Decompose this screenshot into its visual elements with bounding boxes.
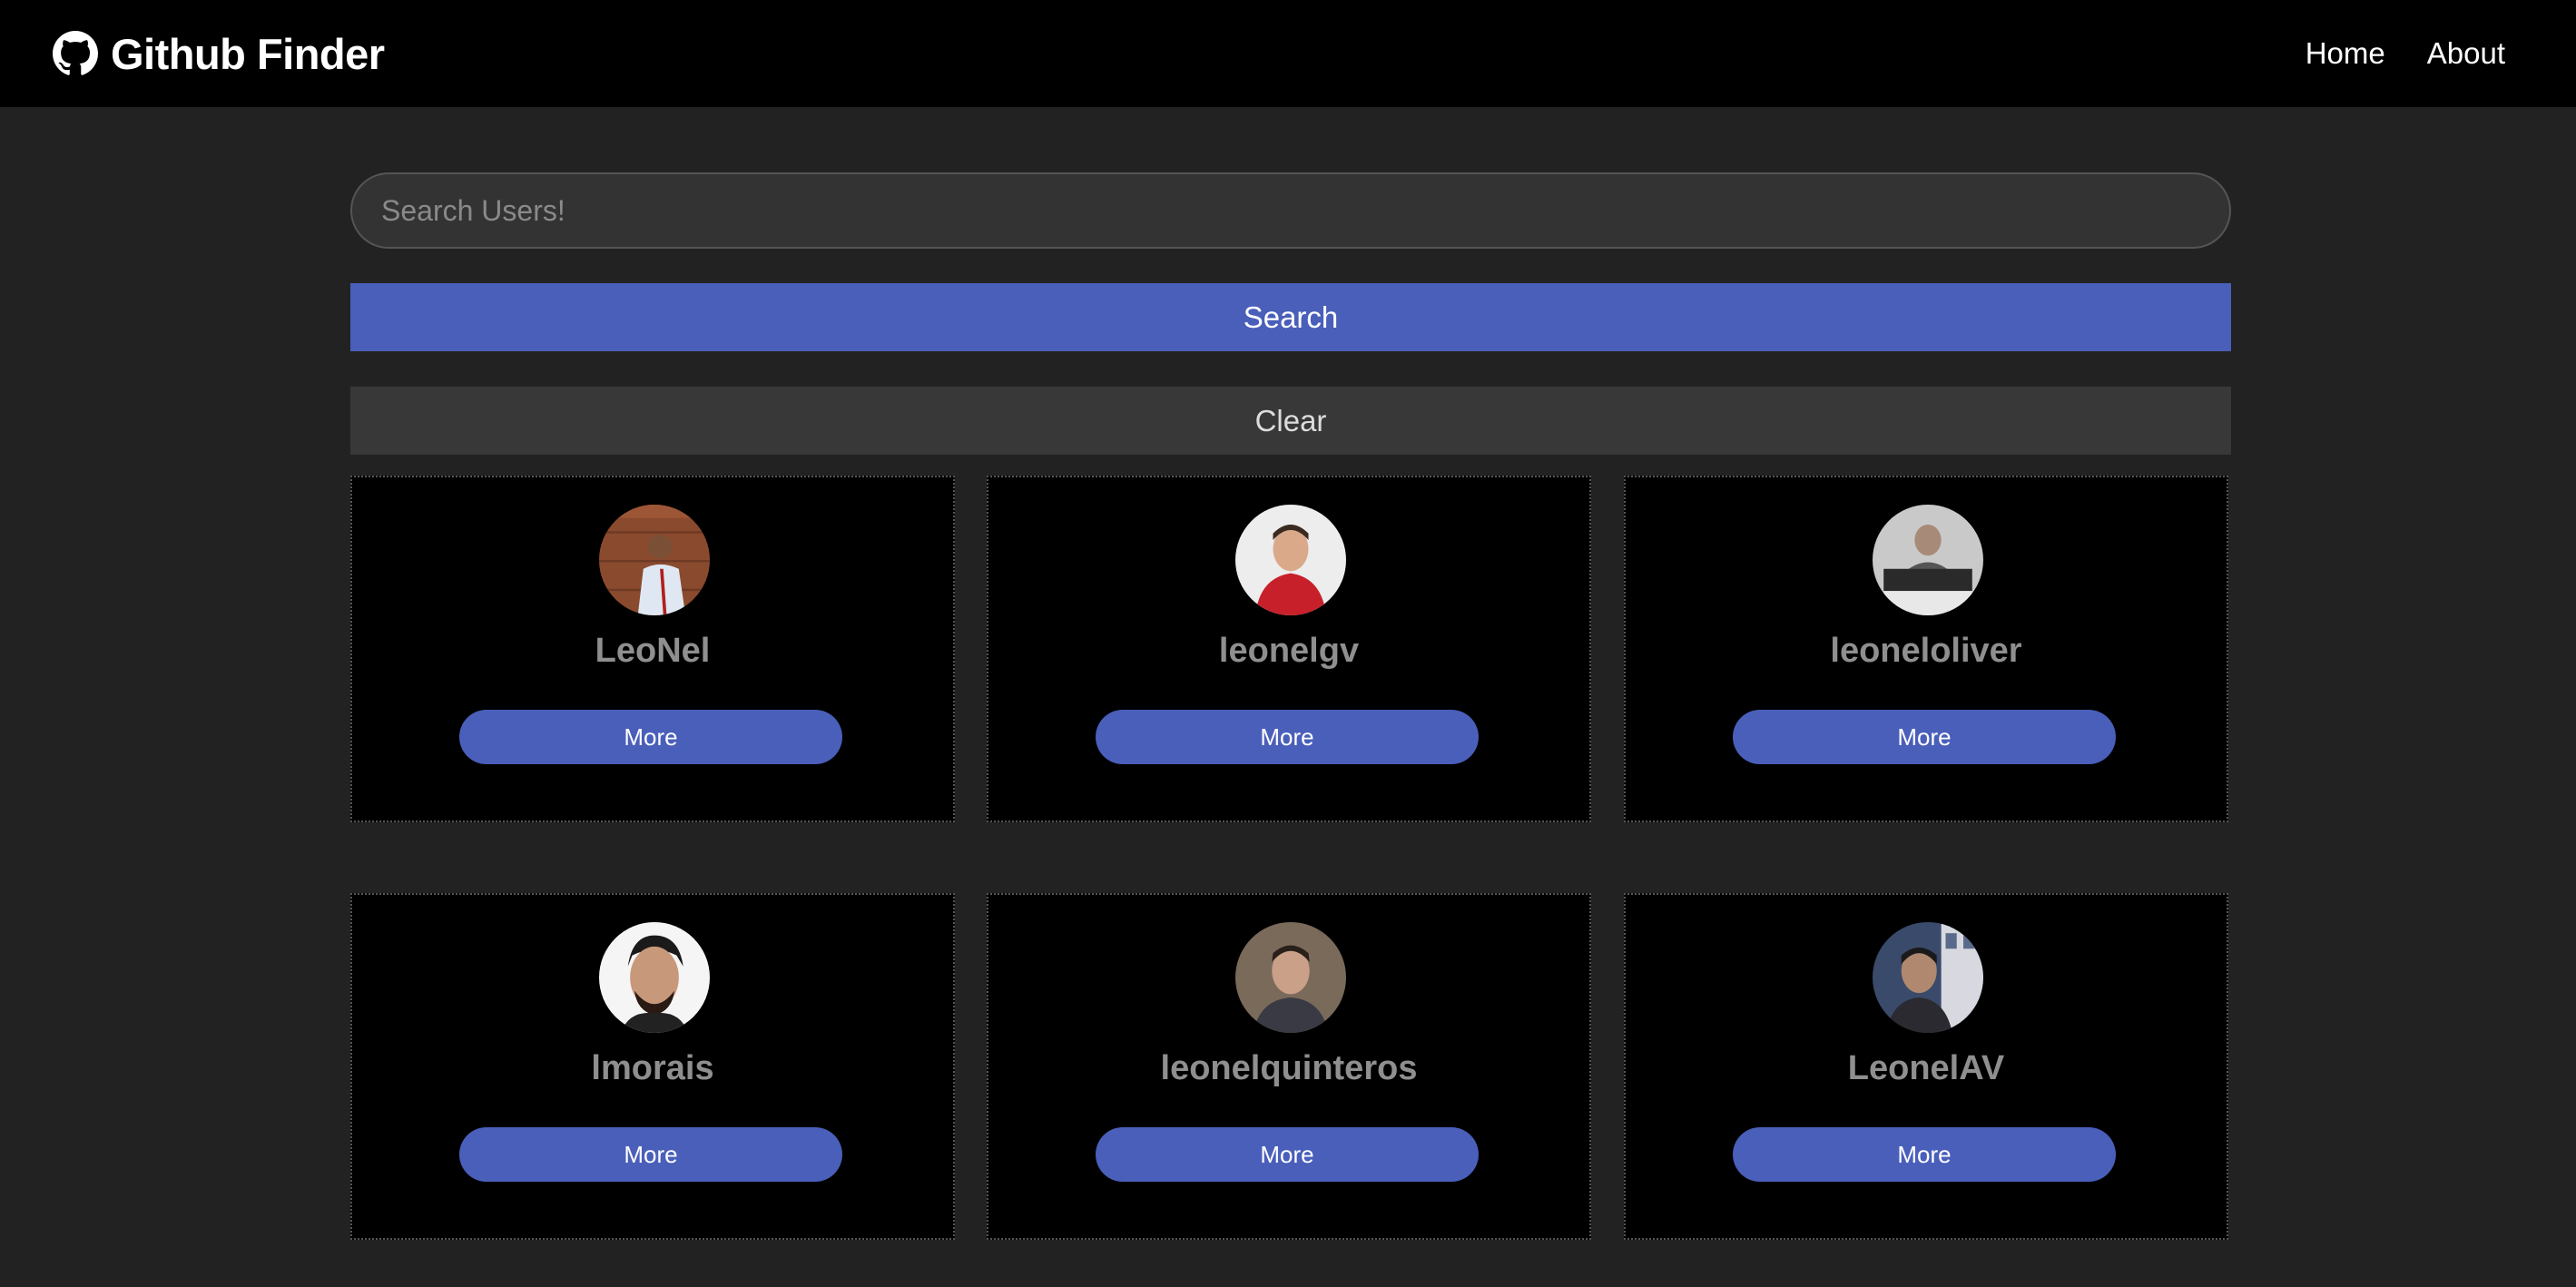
brand-title: Github Finder: [111, 29, 385, 78]
user-card: LeonelAV More: [1624, 893, 2228, 1240]
brand[interactable]: Github Finder: [53, 25, 385, 82]
more-button[interactable]: More: [1096, 710, 1479, 764]
more-button[interactable]: More: [459, 1127, 842, 1182]
avatar: [1873, 922, 1983, 1033]
more-button[interactable]: More: [1733, 710, 2116, 764]
search-input[interactable]: [350, 172, 2231, 249]
github-icon: [53, 31, 98, 76]
more-button[interactable]: More: [459, 710, 842, 764]
clear-button[interactable]: Clear: [350, 387, 2231, 455]
avatar: [599, 505, 710, 615]
user-card: leonelquinteros More: [987, 893, 1591, 1240]
avatar: [1235, 505, 1346, 615]
more-button[interactable]: More: [1096, 1127, 1479, 1182]
user-card: leonelgv More: [987, 476, 1591, 822]
username: LeonelAV: [1847, 1049, 2005, 1087]
avatar: [1873, 505, 1983, 615]
search-button[interactable]: Search: [350, 283, 2231, 351]
nav-links: Home About: [2306, 31, 2505, 76]
avatar: [1235, 922, 1346, 1033]
username: lmorais: [591, 1049, 714, 1087]
user-card: lmorais More: [350, 893, 955, 1240]
navbar: Github Finder Home About: [0, 0, 2576, 107]
username: LeoNel: [595, 632, 711, 670]
user-card: leoneloliver More: [1624, 476, 2228, 822]
username: leoneloliver: [1830, 632, 2022, 670]
username: leonelgv: [1218, 632, 1360, 670]
username: leonelquinteros: [1160, 1049, 1418, 1087]
user-card: LeoNel More: [350, 476, 955, 822]
nav-link-home[interactable]: Home: [2306, 31, 2385, 76]
more-button[interactable]: More: [1733, 1127, 2116, 1182]
nav-link-about[interactable]: About: [2427, 31, 2505, 76]
avatar: [599, 922, 710, 1033]
